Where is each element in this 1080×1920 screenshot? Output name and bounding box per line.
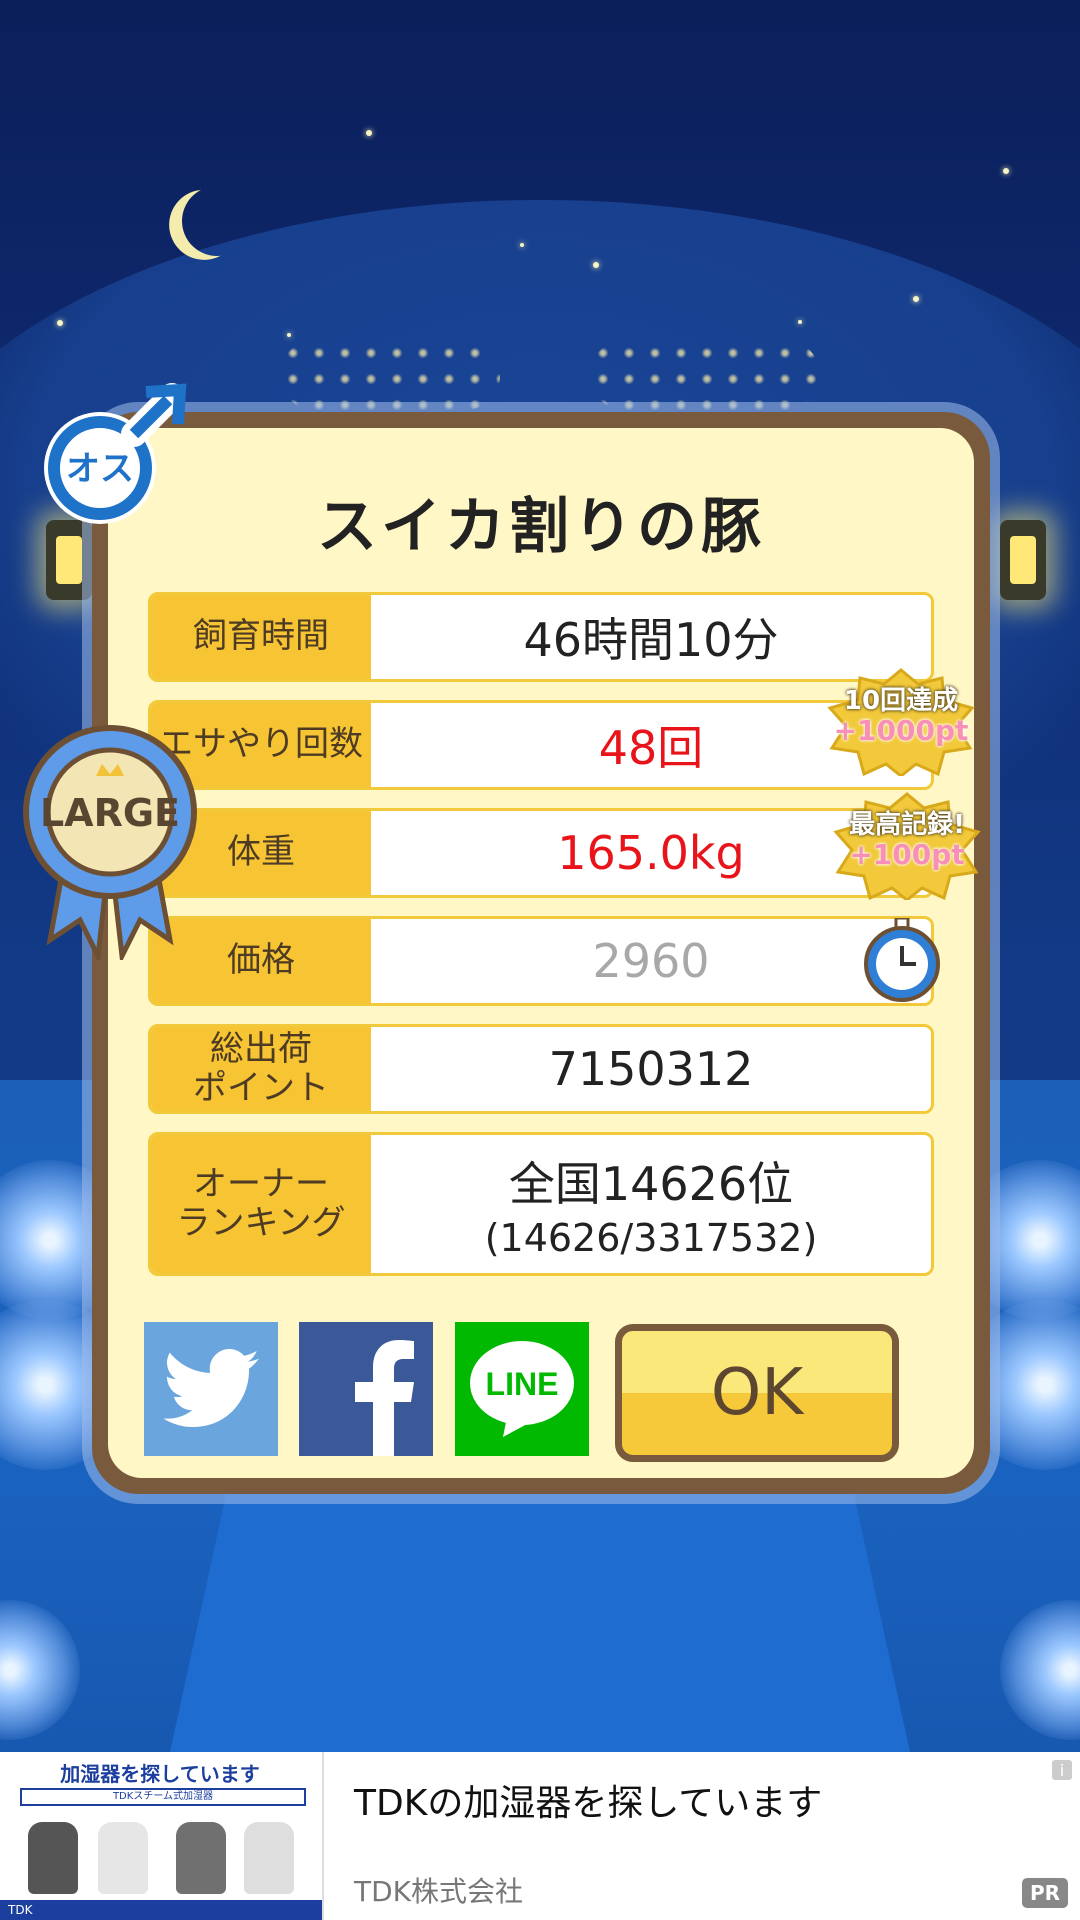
- bonus-badge-feeding: 10回達成 +1000pt: [826, 666, 976, 776]
- facebook-f-icon: [355, 1340, 414, 1456]
- clock-icon: [864, 918, 940, 1002]
- ad-image-footer: TDK: [0, 1900, 322, 1920]
- ad-advertiser: TDK株式会社: [354, 1875, 524, 1908]
- star: [593, 262, 599, 268]
- ad-image[interactable]: 加湿器を探しています TDKスチーム式加湿器 TDK: [0, 1752, 324, 1920]
- line-share-button[interactable]: LINE: [455, 1322, 589, 1456]
- row-value: 7150312: [548, 1042, 754, 1096]
- twitter-share-button[interactable]: [144, 1322, 278, 1456]
- row-price: 価格 2960: [148, 916, 934, 1006]
- star: [366, 130, 372, 136]
- bonus-title: 最高記録!: [849, 810, 965, 840]
- product-image: [244, 1822, 294, 1894]
- product-image: [176, 1822, 226, 1894]
- ad-banner[interactable]: 加湿器を探しています TDKスチーム式加湿器 TDK TDKの加湿器を探していま…: [0, 1752, 1080, 1920]
- gender-label: オス: [66, 449, 134, 489]
- ad-image-heading: 加湿器を探しています: [60, 1762, 260, 1786]
- pig-name-title: スイカ割りの豚: [317, 492, 765, 562]
- bonus-points: +1000pt: [833, 714, 969, 747]
- row-total-points: 総出荷 ポイント 7150312: [148, 1024, 934, 1114]
- ribbon-icon: LARGE: [23, 725, 197, 960]
- row-value: 2960: [592, 934, 710, 988]
- line-bubble-icon: LINE: [470, 1341, 574, 1437]
- row-label: 飼育時間: [151, 595, 371, 679]
- row-breeding-time: 飼育時間 46時間10分: [148, 592, 934, 682]
- row-owner-ranking: オーナー ランキング 全国14626位 (14626/3317532): [148, 1132, 934, 1276]
- pr-badge: PR: [1022, 1878, 1068, 1908]
- ranking-detail: (14626/3317532): [484, 1216, 818, 1260]
- carpet: [170, 1480, 910, 1752]
- tree-lights: [280, 340, 500, 410]
- facebook-share-button[interactable]: [299, 1322, 433, 1456]
- row-feeding-count: エサやり回数 48回: [148, 700, 934, 790]
- row-value: 全国14626位 (14626/3317532): [371, 1135, 931, 1273]
- twitter-bird-icon: [163, 1349, 259, 1427]
- star: [1003, 168, 1009, 174]
- star: [287, 333, 291, 337]
- male-icon: オス: [44, 383, 187, 524]
- tree-lights: [590, 340, 820, 410]
- product-image: [28, 1822, 78, 1894]
- row-label-line: ポイント: [193, 1068, 329, 1108]
- ranking-main: 全国14626位: [508, 1157, 794, 1211]
- row-label-line: オーナー: [192, 1163, 329, 1204]
- product-image: [98, 1822, 148, 1894]
- ad-image-strip: TDKスチーム式加湿器: [20, 1788, 306, 1806]
- result-dialog: スイカ割りの豚 飼育時間 46時間10分 エサやり回数 48回 体重 165.0…: [92, 412, 990, 1494]
- info-icon[interactable]: i: [1052, 1760, 1072, 1780]
- star: [57, 320, 63, 326]
- bonus-title: 10回達成: [843, 686, 959, 716]
- row-label-line: ランキング: [176, 1203, 346, 1243]
- bonus-badge-record: 最高記録! +100pt: [832, 790, 982, 900]
- star: [798, 320, 802, 324]
- star: [520, 243, 524, 247]
- size-label: LARGE: [40, 791, 180, 835]
- row-label: 総出荷 ポイント: [151, 1027, 371, 1111]
- line-label: LINE: [486, 1366, 559, 1402]
- lamp-right: [1000, 520, 1046, 600]
- lamp-left: [46, 520, 92, 600]
- bonus-points: +100pt: [849, 838, 965, 871]
- row-label: オーナー ランキング: [151, 1135, 371, 1273]
- ad-title[interactable]: TDKの加湿器を探しています: [354, 1774, 822, 1826]
- star: [913, 296, 919, 302]
- dialog-panel: スイカ割りの豚 飼育時間 46時間10分 エサやり回数 48回 体重 165.0…: [108, 428, 974, 1478]
- row-weight: 体重 165.0kg: [148, 808, 934, 898]
- row-label-line: 総出荷: [210, 1028, 312, 1069]
- ok-button[interactable]: OK: [615, 1324, 899, 1462]
